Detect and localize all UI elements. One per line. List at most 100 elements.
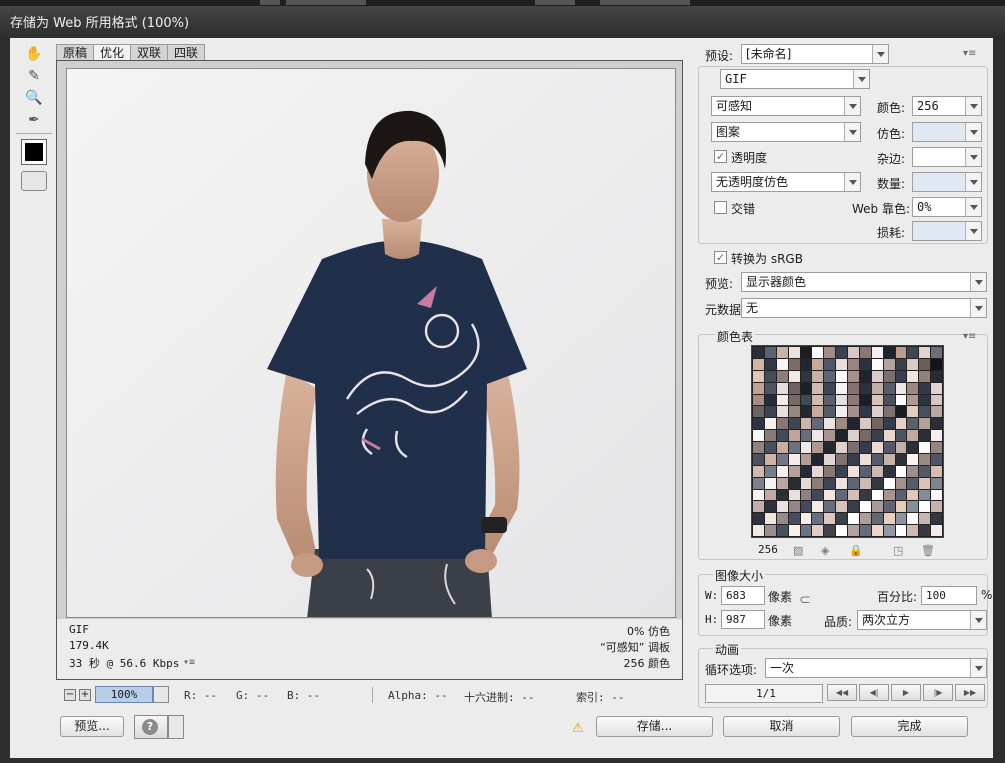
lock-color-icon[interactable]: 🔒 [849, 544, 863, 557]
color-swatch[interactable] [812, 358, 824, 370]
color-swatch[interactable] [788, 406, 800, 418]
color-swatch[interactable] [788, 394, 800, 406]
color-swatch[interactable] [895, 347, 907, 358]
color-swatch[interactable] [800, 406, 812, 418]
color-swatch[interactable] [788, 418, 800, 430]
color-swatch[interactable] [931, 489, 942, 501]
color-swatch[interactable] [776, 453, 788, 465]
color-swatch[interactable] [764, 501, 776, 513]
color-swatch[interactable] [776, 465, 788, 477]
color-table-menu-icon[interactable]: ▾≡ [963, 331, 976, 342]
color-swatch[interactable] [764, 347, 776, 358]
color-swatch[interactable] [753, 394, 764, 406]
convert-srgb-checkbox[interactable]: ✓ [714, 251, 727, 264]
color-swatch[interactable] [871, 347, 883, 358]
color-swatch[interactable] [871, 394, 883, 406]
color-swatch[interactable] [848, 513, 859, 525]
color-swatch[interactable] [895, 525, 907, 536]
color-swatch[interactable] [788, 358, 800, 370]
color-swatch[interactable] [931, 347, 942, 358]
color-swatch[interactable] [753, 347, 764, 358]
play-button[interactable]: ▶ [891, 684, 921, 701]
color-swatch[interactable] [859, 394, 871, 406]
color-swatch[interactable] [907, 370, 919, 382]
color-swatch[interactable] [919, 406, 931, 418]
color-swatch[interactable] [871, 465, 883, 477]
color-swatch[interactable] [907, 513, 919, 525]
color-swatch[interactable] [776, 430, 788, 441]
colors-field[interactable]: 256 [912, 96, 982, 116]
color-swatch[interactable] [919, 442, 931, 453]
color-swatch[interactable] [895, 370, 907, 382]
color-swatch[interactable] [824, 477, 836, 489]
zoom-dropdown-button[interactable] [153, 686, 169, 703]
color-swatch[interactable] [788, 442, 800, 453]
color-swatch[interactable] [812, 442, 824, 453]
color-swatch[interactable] [753, 418, 764, 430]
color-swatch[interactable] [895, 418, 907, 430]
color-swatch[interactable] [895, 489, 907, 501]
color-swatch[interactable] [764, 430, 776, 441]
color-swatch[interactable] [800, 525, 812, 536]
color-swatch[interactable] [919, 513, 931, 525]
color-swatch[interactable] [848, 358, 859, 370]
color-swatch[interactable] [764, 382, 776, 394]
color-swatch[interactable] [848, 489, 859, 501]
color-swatch[interactable] [824, 442, 836, 453]
color-swatch[interactable] [848, 525, 859, 536]
color-swatch[interactable] [812, 501, 824, 513]
color-swatch[interactable] [753, 358, 764, 370]
color-swatch[interactable] [859, 358, 871, 370]
color-swatch[interactable] [753, 525, 764, 536]
slice-select-tool-icon[interactable]: ✎ [24, 66, 44, 86]
browser-dropdown-button[interactable] [168, 715, 184, 739]
color-swatch[interactable] [753, 465, 764, 477]
color-swatch[interactable] [931, 513, 942, 525]
color-swatch[interactable] [895, 358, 907, 370]
color-swatch[interactable] [776, 513, 788, 525]
color-swatch[interactable] [907, 430, 919, 441]
zoom-level-field[interactable]: 100% [95, 686, 153, 703]
color-swatch[interactable] [812, 394, 824, 406]
interlaced-checkbox[interactable] [714, 201, 727, 214]
color-swatch[interactable] [812, 525, 824, 536]
color-swatch[interactable] [871, 501, 883, 513]
dither-algorithm-select[interactable]: 图案 [711, 122, 861, 142]
color-swatch[interactable] [895, 430, 907, 441]
last-frame-button[interactable]: ▶▶ [955, 684, 985, 701]
color-swatch[interactable] [883, 453, 895, 465]
color-swatch[interactable] [836, 370, 847, 382]
color-swatch[interactable] [907, 489, 919, 501]
color-swatch[interactable] [859, 477, 871, 489]
color-swatch[interactable] [812, 370, 824, 382]
color-swatch[interactable] [907, 477, 919, 489]
color-swatch[interactable] [800, 370, 812, 382]
color-swatch[interactable] [800, 513, 812, 525]
color-swatch[interactable] [800, 347, 812, 358]
color-swatch[interactable] [907, 394, 919, 406]
color-swatch[interactable] [788, 430, 800, 441]
color-swatch[interactable] [836, 513, 847, 525]
first-frame-button[interactable]: ◀◀ [827, 684, 857, 701]
color-swatch[interactable] [800, 501, 812, 513]
color-swatch[interactable] [764, 465, 776, 477]
color-swatch[interactable] [871, 370, 883, 382]
lossy-field[interactable] [912, 221, 982, 241]
matte-select[interactable] [912, 147, 982, 167]
color-swatch[interactable] [931, 382, 942, 394]
color-swatch[interactable] [764, 418, 776, 430]
color-swatch[interactable] [836, 453, 847, 465]
transparency-checkbox[interactable]: ✓ [714, 150, 727, 163]
color-swatch[interactable] [907, 347, 919, 358]
tab-original[interactable]: 原稿 [56, 44, 95, 61]
color-swatch[interactable] [871, 477, 883, 489]
color-swatch[interactable] [788, 370, 800, 382]
color-swatch[interactable] [883, 394, 895, 406]
color-swatch[interactable] [931, 525, 942, 536]
color-swatch[interactable] [776, 418, 788, 430]
color-swatch[interactable] [812, 477, 824, 489]
color-swatch[interactable] [788, 501, 800, 513]
color-swatch[interactable] [788, 477, 800, 489]
color-swatch[interactable] [907, 406, 919, 418]
color-swatch[interactable] [919, 453, 931, 465]
